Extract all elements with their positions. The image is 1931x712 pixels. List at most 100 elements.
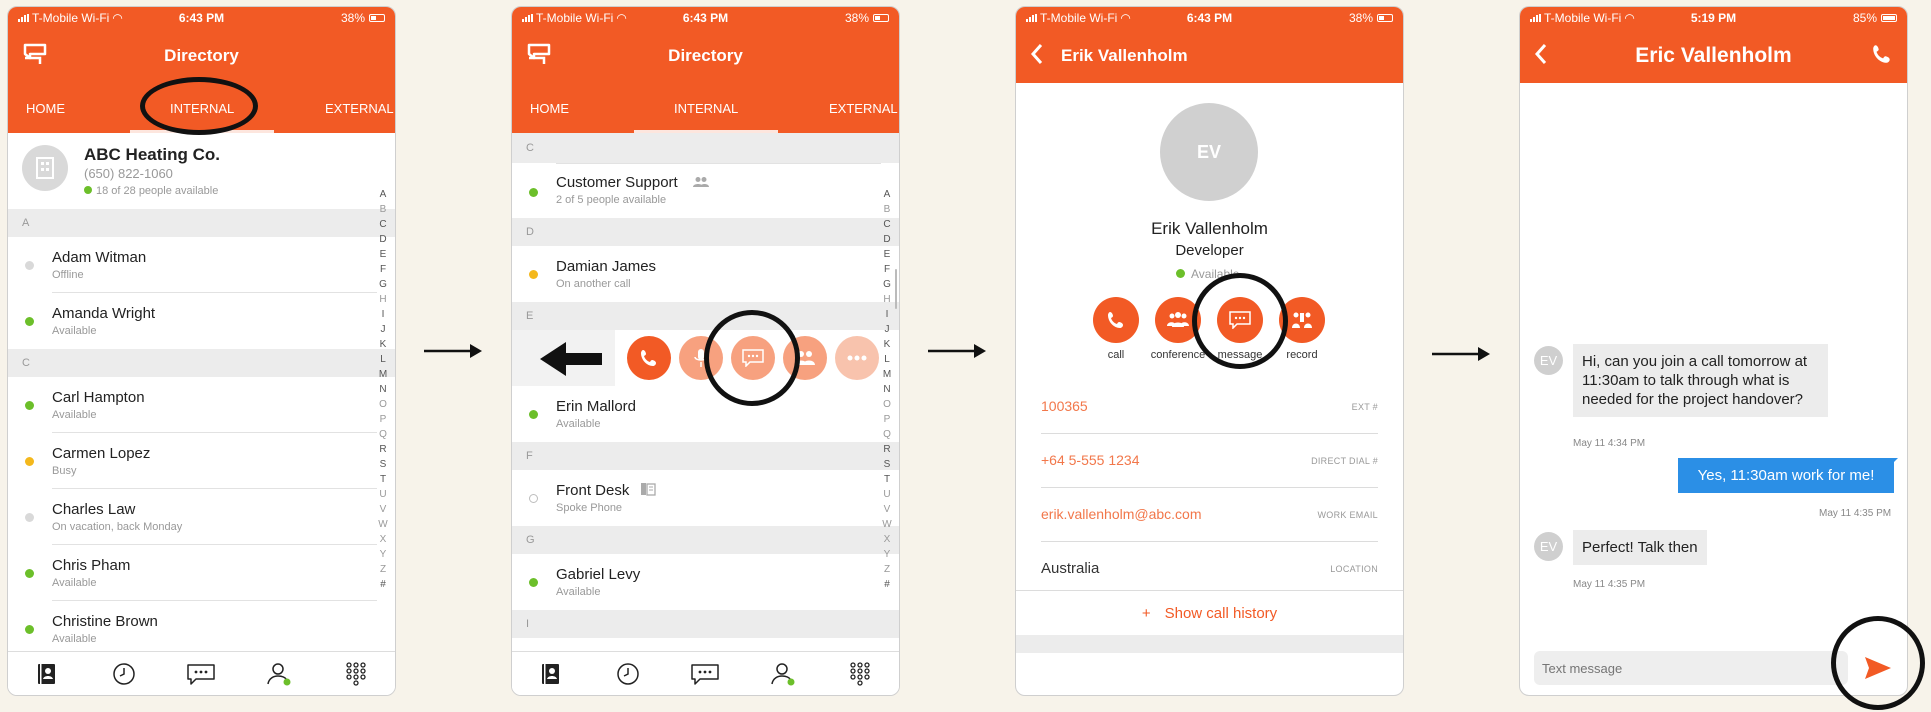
alphabet-letter[interactable]: H <box>883 292 890 307</box>
alphabet-letter[interactable]: R <box>883 442 890 457</box>
group-row[interactable]: Customer Support 2 of 5 people available <box>512 164 899 218</box>
alphabet-letter[interactable]: A <box>380 187 387 202</box>
contact-row[interactable]: Christine Brown Available <box>8 601 395 657</box>
messages-tab-icon[interactable] <box>183 658 219 690</box>
alphabet-letter[interactable]: B <box>884 202 891 217</box>
alphabet-letter[interactable]: A <box>884 187 891 202</box>
section-header-i: I <box>512 610 899 638</box>
alphabet-letter[interactable]: V <box>380 502 387 517</box>
group-icon <box>692 175 710 193</box>
alphabet-letter[interactable]: H <box>379 292 386 307</box>
contact-row[interactable]: Damian James On another call <box>512 246 899 302</box>
contact-row[interactable]: Gabriel Levy Available <box>512 554 899 610</box>
alphabet-letter[interactable]: U <box>883 487 890 502</box>
tab-external[interactable]: EXTERNAL <box>829 101 898 116</box>
alphabet-letter[interactable]: P <box>380 412 387 427</box>
ext-field[interactable]: 100365 EXT # <box>1041 380 1378 434</box>
alphabet-letter[interactable]: Y <box>884 547 891 562</box>
presence-tab-icon[interactable] <box>765 658 801 690</box>
contact-row[interactable]: Front Desk Spoke Phone <box>512 470 899 526</box>
alphabet-letter[interactable]: E <box>380 247 387 262</box>
alphabet-letter[interactable]: T <box>380 472 386 487</box>
recents-tab-icon[interactable] <box>106 658 142 690</box>
alphabet-letter[interactable]: R <box>379 442 386 457</box>
alphabet-letter[interactable]: T <box>884 472 890 487</box>
contacts-tab-icon[interactable] <box>533 658 569 690</box>
alphabet-letter[interactable]: S <box>380 457 387 472</box>
alphabet-letter[interactable]: O <box>379 397 387 412</box>
messages-tab-icon[interactable] <box>687 658 723 690</box>
tab-home[interactable]: HOME <box>530 101 569 116</box>
alphabet-letter[interactable]: M <box>379 367 387 382</box>
alphabet-letter[interactable]: Q <box>379 427 387 442</box>
alphabet-letter[interactable]: D <box>883 232 890 247</box>
keypad-tab-icon[interactable] <box>338 658 374 690</box>
alphabet-letter[interactable]: M <box>883 367 891 382</box>
alphabet-letter[interactable]: F <box>884 262 890 277</box>
alphabet-letter[interactable]: G <box>883 277 891 292</box>
swipe-more-button[interactable] <box>835 336 879 380</box>
company-card[interactable]: ABC Heating Co. (650) 822-1060 18 of 28 … <box>8 133 395 209</box>
contact-row[interactable]: Carmen Lopez Busy <box>8 433 395 489</box>
keypad-tab-icon[interactable] <box>842 658 878 690</box>
alphabet-letter[interactable]: D <box>379 232 386 247</box>
alphabet-letter[interactable]: F <box>380 262 386 277</box>
alphabet-letter[interactable]: U <box>379 487 386 502</box>
swipe-call-button[interactable] <box>627 336 671 380</box>
contact-row[interactable]: Chris Pham Available <box>8 545 395 601</box>
alphabet-letter[interactable]: # <box>884 577 890 592</box>
scrollbar[interactable] <box>895 269 897 309</box>
alphabet-letter[interactable]: Z <box>884 562 890 577</box>
swipe-actions-row[interactable] <box>512 310 899 406</box>
contact-row[interactable]: Carl Hampton Available <box>8 377 395 433</box>
alphabet-letter[interactable]: X <box>884 532 891 547</box>
battery-icon <box>873 14 889 22</box>
recents-tab-icon[interactable] <box>610 658 646 690</box>
alphabet-index[interactable]: A B C D E F G H I J K L M N O P Q R S T U V W X Y Z # <box>881 187 893 592</box>
alphabet-letter[interactable]: C <box>379 217 386 232</box>
alphabet-letter[interactable]: Z <box>380 562 386 577</box>
direct-dial-field[interactable]: +64 5-555 1234 DIRECT DIAL # <box>1041 434 1378 488</box>
alphabet-letter[interactable]: O <box>883 397 891 412</box>
call-label: call <box>1107 349 1125 361</box>
alphabet-letter[interactable]: X <box>380 532 387 547</box>
alphabet-letter[interactable]: E <box>884 247 891 262</box>
alphabet-letter[interactable]: Q <box>883 427 891 442</box>
alphabet-letter[interactable]: K <box>884 337 891 352</box>
show-call-history-button[interactable]: + Show call history <box>1016 591 1403 635</box>
tab-external[interactable]: EXTERNAL <box>325 101 394 116</box>
contact-row[interactable]: Adam Witman Offline <box>8 237 395 293</box>
alphabet-index[interactable]: A B C D E F G H I J K L M N O P Q R S T U V W X Y Z # <box>377 187 389 592</box>
alphabet-letter[interactable]: I <box>886 307 889 322</box>
alphabet-letter[interactable]: B <box>380 202 387 217</box>
alphabet-letter[interactable]: N <box>883 382 890 397</box>
back-chevron-icon[interactable] <box>1030 43 1044 71</box>
alphabet-letter[interactable]: L <box>884 352 890 367</box>
alphabet-letter[interactable]: K <box>380 337 387 352</box>
alphabet-letter[interactable]: W <box>882 517 891 532</box>
contact-row[interactable]: Erin Mallord Available <box>512 386 899 442</box>
work-email-field[interactable]: erik.vallenholm@abc.com WORK EMAIL <box>1041 488 1378 542</box>
tab-home[interactable]: HOME <box>26 101 65 116</box>
alphabet-letter[interactable]: G <box>379 277 387 292</box>
message-input[interactable] <box>1542 656 1832 680</box>
alphabet-letter[interactable]: P <box>884 412 891 427</box>
alphabet-letter[interactable]: # <box>380 577 386 592</box>
phone-call-icon[interactable] <box>1871 43 1893 70</box>
alphabet-letter[interactable]: J <box>381 322 386 337</box>
alphabet-letter[interactable]: L <box>380 352 386 367</box>
alphabet-letter[interactable]: J <box>885 322 890 337</box>
contact-row[interactable]: Charles Law On vacation, back Monday <box>8 489 395 545</box>
alphabet-letter[interactable]: C <box>883 217 890 232</box>
contact-row[interactable]: Amanda Wright Available <box>8 293 395 349</box>
tab-internal[interactable]: INTERNAL <box>633 101 779 133</box>
contacts-tab-icon[interactable] <box>29 658 65 690</box>
presence-tab-icon[interactable] <box>261 658 297 690</box>
alphabet-letter[interactable]: Y <box>380 547 387 562</box>
alphabet-letter[interactable]: W <box>378 517 387 532</box>
alphabet-letter[interactable]: I <box>382 307 385 322</box>
alphabet-letter[interactable]: S <box>884 457 891 472</box>
alphabet-letter[interactable]: N <box>379 382 386 397</box>
alphabet-letter[interactable]: V <box>884 502 891 517</box>
call-button[interactable] <box>1093 297 1139 343</box>
